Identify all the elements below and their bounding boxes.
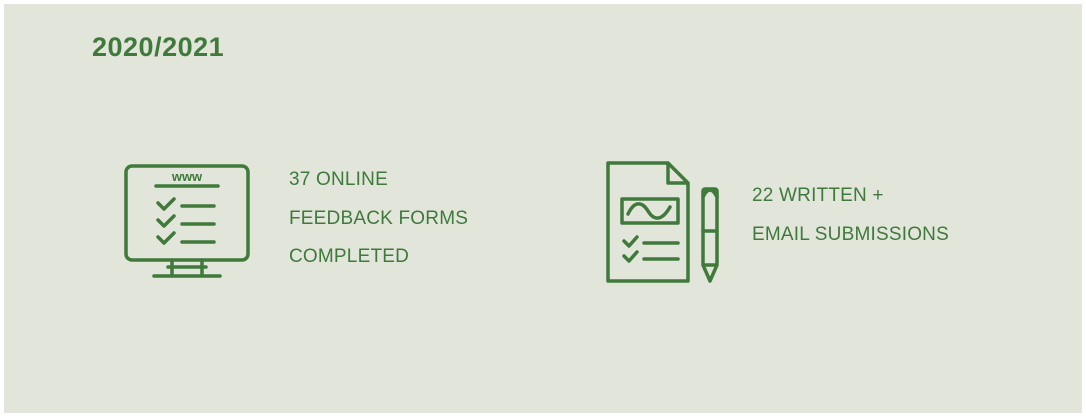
stats-panel: 2020/2021 www 37 ONLINE FEEDBACK FORMS C… [4, 4, 1082, 413]
stat-online-forms: 37 ONLINE FEEDBACK FORMS COMPLETED [289, 161, 468, 277]
document-pencil-icon [604, 159, 726, 287]
stat-line: FEEDBACK FORMS [289, 207, 469, 229]
year-heading: 2020/2021 [92, 32, 225, 62]
stat-line: EMAIL SUBMISSIONS [752, 223, 949, 245]
stat-line: 22 WRITTEN + [752, 185, 884, 206]
stat-line: COMPLETED [289, 246, 410, 267]
stat-line: 37 ONLINE [289, 169, 388, 190]
stat-written-submissions: 22 WRITTEN + EMAIL SUBMISSIONS [752, 177, 949, 254]
monitor-www-label: www [171, 169, 203, 184]
monitor-checklist-icon: www [122, 162, 252, 286]
